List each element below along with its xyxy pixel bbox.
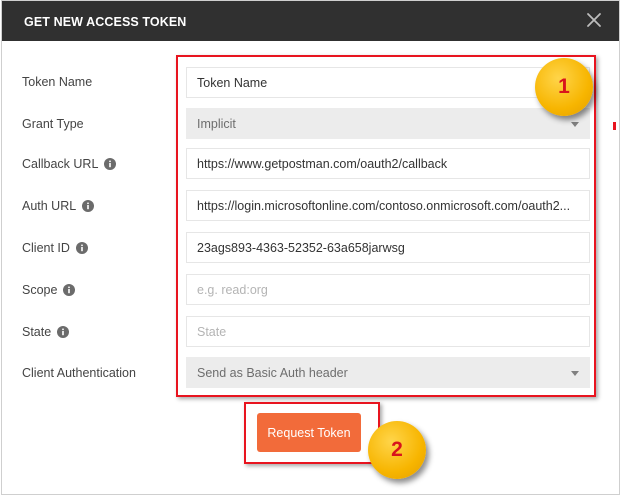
client-authentication-label-text: Client Authentication bbox=[22, 366, 136, 380]
scope-label: Scope bbox=[22, 283, 76, 297]
token-name-label: Token Name bbox=[22, 75, 92, 89]
token-name-label-text: Token Name bbox=[22, 75, 93, 89]
chevron-down-icon bbox=[571, 122, 579, 127]
client-id-label-text: Client ID bbox=[22, 241, 70, 255]
callback-url-label: Callback URL bbox=[22, 157, 117, 171]
grant-type-label: Grant Type bbox=[22, 117, 84, 131]
state-placeholder: State bbox=[197, 324, 227, 339]
info-icon[interactable] bbox=[63, 284, 76, 296]
token-name-input[interactable]: Token Name bbox=[186, 67, 590, 98]
close-icon[interactable] bbox=[583, 9, 605, 31]
grant-type-value: Implicit bbox=[197, 116, 236, 131]
grant-type-select[interactable]: Implicit bbox=[186, 108, 590, 139]
auth-url-label-text: Auth URL bbox=[22, 199, 77, 213]
scope-placeholder: e.g. read:org bbox=[197, 282, 268, 297]
grant-type-label-text: Grant Type bbox=[22, 117, 84, 131]
chevron-down-icon bbox=[571, 371, 579, 376]
auth-url-label: Auth URL bbox=[22, 199, 95, 213]
state-input[interactable]: State bbox=[186, 316, 590, 347]
token-name-value: Token Name bbox=[197, 75, 268, 90]
info-icon[interactable] bbox=[82, 200, 95, 212]
auth-url-value: https://login.microsoftonline.com/contos… bbox=[197, 198, 571, 213]
request-token-button[interactable]: Request Token bbox=[257, 413, 361, 452]
side-highlight-marker bbox=[613, 100, 616, 158]
dialog-titlebar: GET NEW ACCESS TOKEN bbox=[2, 1, 619, 41]
scope-input[interactable]: e.g. read:org bbox=[186, 274, 590, 305]
client-authentication-value: Send as Basic Auth header bbox=[197, 365, 348, 380]
info-icon[interactable] bbox=[75, 242, 88, 254]
client-id-input[interactable]: 23ags893-4363-52352-63a658jarwsg bbox=[186, 232, 590, 263]
callback-url-input[interactable]: https://www.getpostman.com/oauth2/callba… bbox=[186, 148, 590, 179]
client-id-label: Client ID bbox=[22, 241, 88, 255]
client-id-value: 23ags893-4363-52352-63a658jarwsg bbox=[197, 240, 405, 255]
client-authentication-select[interactable]: Send as Basic Auth header bbox=[186, 357, 590, 388]
callout-badge-1: 1 bbox=[535, 58, 593, 116]
callback-url-value: https://www.getpostman.com/oauth2/callba… bbox=[197, 156, 448, 171]
callback-url-label-text: Callback URL bbox=[22, 157, 99, 171]
auth-url-input[interactable]: https://login.microsoftonline.com/contos… bbox=[186, 190, 590, 221]
scope-label-text: Scope bbox=[22, 283, 58, 297]
callout-badge-2: 2 bbox=[368, 421, 426, 479]
dialog-title: GET NEW ACCESS TOKEN bbox=[24, 15, 187, 29]
state-label-text: State bbox=[22, 325, 52, 339]
info-icon[interactable] bbox=[104, 158, 117, 170]
state-label: State bbox=[22, 325, 70, 339]
client-authentication-label: Client Authentication bbox=[22, 366, 136, 380]
info-icon[interactable] bbox=[57, 326, 70, 338]
